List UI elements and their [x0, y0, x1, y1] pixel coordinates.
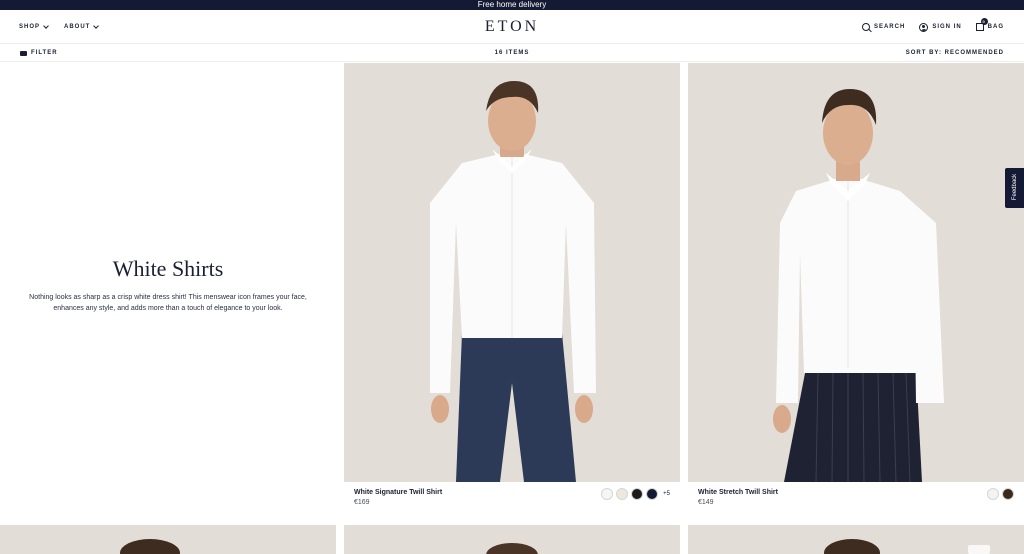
product-name[interactable]: White Stretch Twill Shirt	[698, 489, 778, 496]
user-icon	[919, 22, 929, 32]
search-label: SEARCH	[873, 24, 906, 30]
feedback-label: Feedback	[1012, 173, 1018, 201]
product-price: €149	[698, 499, 714, 506]
product-card[interactable]	[344, 525, 680, 554]
color-swatch[interactable]	[987, 488, 999, 500]
product-price: €169	[354, 499, 370, 506]
sign-in-button[interactable]: SIGN IN	[919, 22, 962, 32]
color-swatch[interactable]	[616, 488, 629, 500]
feedback-tab[interactable]: Feedback	[1005, 168, 1024, 208]
product-card[interactable]	[688, 525, 1024, 554]
promo-banner: Free home delivery	[0, 0, 1024, 10]
item-count: 16 ITEMS	[494, 50, 530, 56]
bag-button[interactable]: 0 BAG	[975, 18, 1004, 31]
product-name[interactable]: White Signature Twill Shirt	[354, 489, 442, 496]
product-card[interactable]: White Stretch Twill Shirt €149	[688, 63, 1024, 523]
color-swatch[interactable]	[601, 488, 614, 500]
product-card[interactable]: White Signature Twill Shirt €169 +5	[344, 63, 680, 523]
model-illustration	[344, 63, 680, 482]
product-image[interactable]	[344, 525, 680, 554]
site-header: SHOP ABOUT ETON SEARCH SIGN IN 0 BAG	[0, 10, 1024, 44]
product-image[interactable]	[688, 525, 1024, 554]
bag-count-badge: 0	[980, 18, 988, 25]
search-button[interactable]: SEARCH	[861, 23, 906, 31]
color-swatches: +5	[601, 488, 670, 500]
product-image[interactable]	[344, 63, 680, 482]
promo-banner-text: Free home delivery	[477, 0, 547, 9]
sign-in-label: SIGN IN	[932, 24, 962, 30]
color-swatches	[987, 488, 1014, 500]
product-image[interactable]	[688, 63, 1024, 482]
color-swatch[interactable]	[646, 488, 659, 500]
product-image[interactable]	[0, 525, 336, 554]
search-icon	[861, 23, 870, 31]
color-swatch[interactable]	[631, 488, 644, 500]
more-colors[interactable]: +5	[663, 491, 670, 497]
category-description: Nothing looks as sharp as a crisp white …	[29, 294, 307, 312]
color-swatch[interactable]	[1002, 488, 1014, 500]
model-illustration	[688, 63, 1024, 482]
bag-label: BAG	[987, 24, 1004, 30]
bag-icon: 0	[975, 18, 988, 31]
category-title: White Shirts	[112, 256, 224, 281]
category-intro: White Shirts Nothing looks as sharp as a…	[0, 63, 336, 523]
header-actions: SEARCH SIGN IN 0 BAG	[861, 10, 1004, 44]
listing-toolbar: FILTER 16 ITEMS SORT BY: RECOMMENDED	[0, 44, 1024, 62]
sort-dropdown[interactable]: SORT BY: RECOMMENDED	[906, 44, 1004, 62]
product-card[interactable]	[0, 525, 336, 554]
